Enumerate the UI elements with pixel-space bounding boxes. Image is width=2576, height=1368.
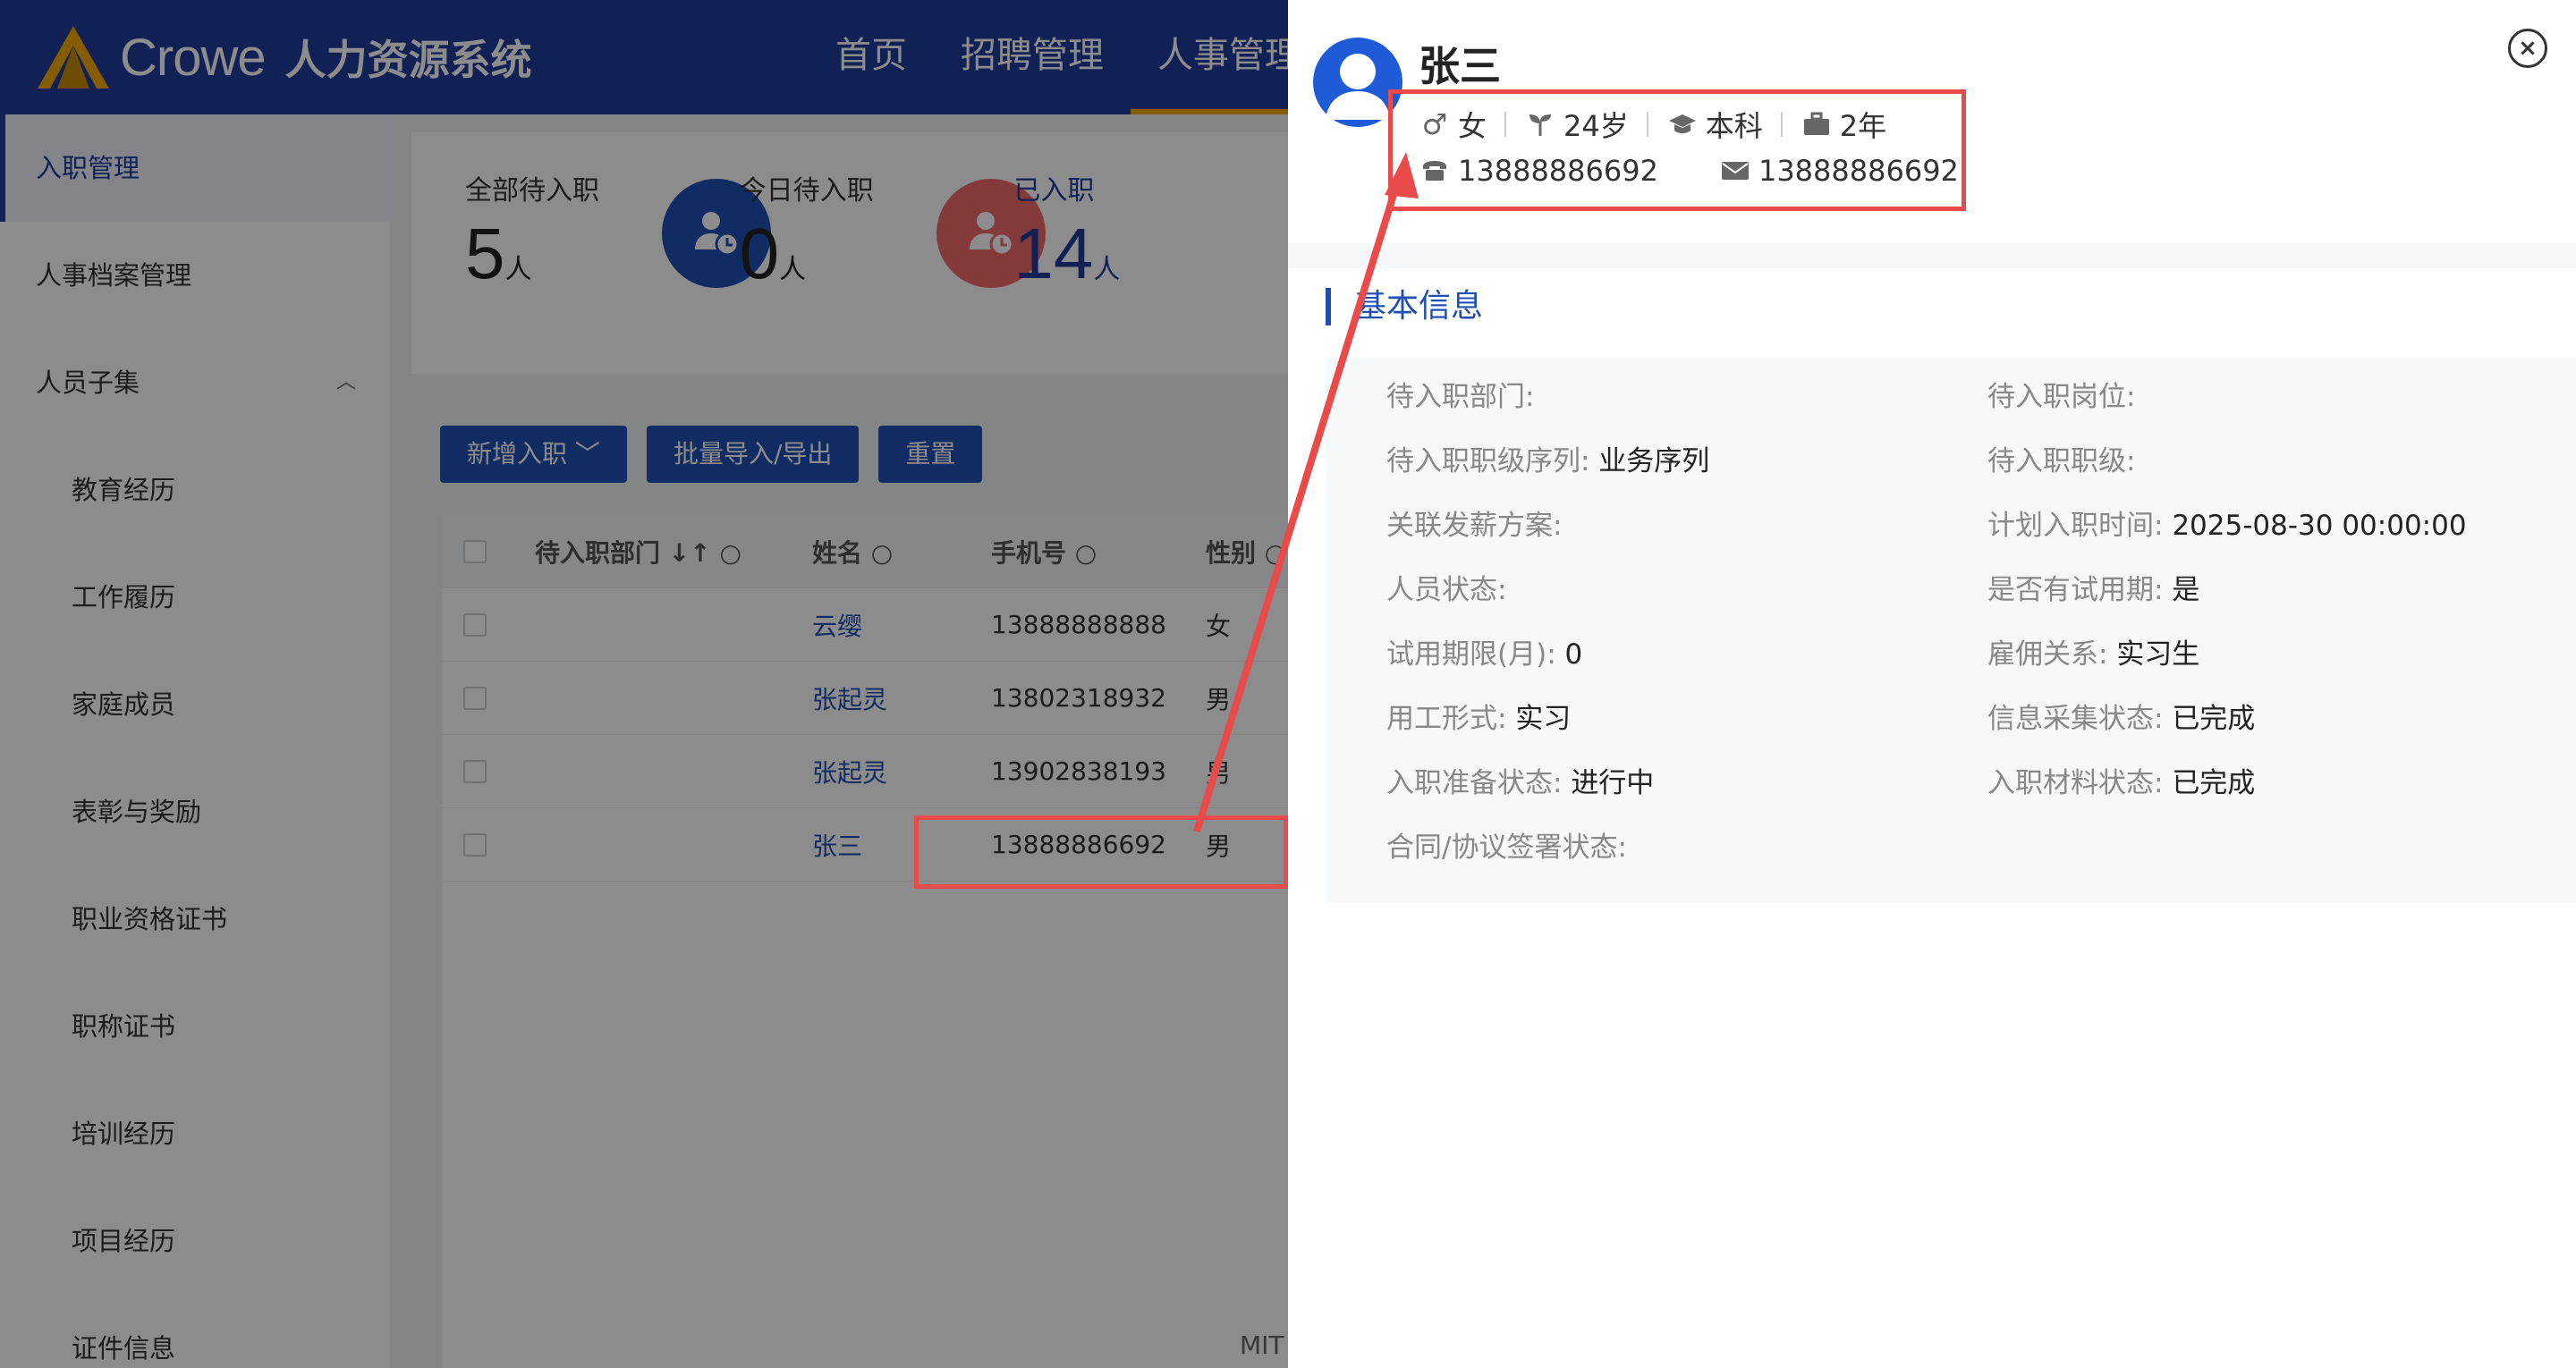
field-contract-status: 合同/协议签署状态: <box>1386 832 1627 864</box>
annotation-box-table-row <box>914 815 1288 889</box>
field-prep-status: 入职准备状态: 进行中 <box>1386 767 1655 799</box>
field-info-status: 信息采集状态: 已完成 <box>1987 703 2256 735</box>
modal-overlay[interactable] <box>0 0 1288 1368</box>
field-probation-months: 试用期限(月): 0 <box>1386 638 1583 671</box>
field-employ-rel: 雇佣关系: 实习生 <box>1987 638 2200 671</box>
basic-info-panel: 待入职部门: 待入职岗位: 待入职职级序列: 业务序列 待入职职级: 关联发薪方… <box>1326 358 2576 903</box>
field-work-form: 用工形式: 实习 <box>1386 703 1572 735</box>
field-grade: 待入职职级: <box>1987 445 2136 477</box>
field-probation: 是否有试用期: 是 <box>1987 574 2200 606</box>
field-grade-seq: 待入职职级序列: 业务序列 <box>1386 445 1710 477</box>
annotation-box-drawer-info <box>1388 89 1966 211</box>
field-material-status: 入职材料状态: 已完成 <box>1987 767 2256 799</box>
close-icon[interactable]: × <box>2508 29 2547 68</box>
field-dept: 待入职部门: <box>1386 381 1535 413</box>
person-name: 张三 <box>1419 42 1501 90</box>
section-divider <box>1288 243 2576 268</box>
section-title: 基本信息 <box>1326 288 1483 325</box>
field-post: 待入职岗位: <box>1987 381 2136 413</box>
field-plan-time: 计划入职时间: 2025-08-30 00:00:00 <box>1987 510 2467 542</box>
field-status: 人员状态: <box>1386 574 1507 606</box>
field-salary-plan: 关联发薪方案: <box>1386 510 1563 542</box>
